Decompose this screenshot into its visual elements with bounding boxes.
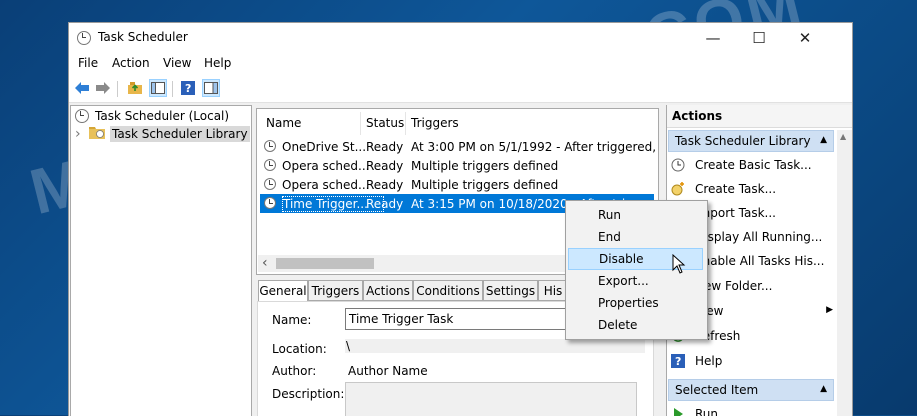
help-icon[interactable]: ? xyxy=(179,79,197,97)
task-status: Ready xyxy=(366,196,404,211)
task-row[interactable]: Opera sched... Ready Multiple triggers d… xyxy=(260,156,654,175)
scroll-left-icon[interactable]: ‹ xyxy=(262,255,268,271)
context-delete[interactable]: Delete xyxy=(568,314,703,336)
create-task-icon xyxy=(671,182,685,196)
author-label: Author: xyxy=(272,364,317,378)
task-row[interactable]: Opera sched... Ready Multiple triggers d… xyxy=(260,175,654,194)
section-title: Task Scheduler Library xyxy=(675,134,811,148)
collapse-icon[interactable]: ▲ xyxy=(820,384,827,394)
task-context-menu: Run End Disable Export... Properties Del… xyxy=(565,200,708,340)
collapse-icon[interactable]: ▲ xyxy=(820,135,827,145)
title-bar[interactable]: Task Scheduler — ☐ ✕ xyxy=(69,23,852,53)
menu-action[interactable]: Action xyxy=(112,56,150,70)
action-label: Create Task... xyxy=(695,182,777,196)
scrollbar-thumb[interactable] xyxy=(276,258,374,269)
back-arrow-icon[interactable] xyxy=(73,79,91,97)
task-triggers: Multiple triggers defined xyxy=(411,177,559,192)
task-status: Ready xyxy=(366,139,404,154)
menu-file[interactable]: File xyxy=(78,56,98,70)
app-clock-icon xyxy=(77,31,91,45)
forward-arrow-icon[interactable] xyxy=(94,79,112,97)
tab-history[interactable]: His xyxy=(538,280,568,301)
menu-view[interactable]: View xyxy=(163,56,191,70)
scheduler-clock-icon xyxy=(75,109,89,123)
tab-settings[interactable]: Settings xyxy=(483,280,538,301)
section-title: Selected Item xyxy=(675,383,759,397)
actions-header: Actions xyxy=(667,105,852,128)
menu-bar: File Action View Help xyxy=(69,53,852,75)
task-row[interactable]: OneDrive St... Ready At 3:00 PM on 5/1/1… xyxy=(260,137,656,156)
task-clock-icon xyxy=(264,140,276,152)
library-folder-icon xyxy=(89,126,105,142)
minimize-button[interactable]: — xyxy=(690,23,736,53)
task-triggers: At 3:00 PM on 5/1/1992 - After triggered… xyxy=(411,139,656,154)
show-hide-console-tree-icon[interactable] xyxy=(149,79,167,97)
column-divider xyxy=(405,112,406,135)
tree-library[interactable]: › Task Scheduler Library xyxy=(75,125,250,143)
close-button[interactable]: ✕ xyxy=(782,23,828,53)
author-value: Author Name xyxy=(348,364,428,378)
tab-triggers[interactable]: Triggers xyxy=(308,280,363,301)
submenu-arrow-icon: ▶ xyxy=(826,305,833,315)
tab-general[interactable]: General xyxy=(258,280,308,302)
task-triggers: Multiple triggers defined xyxy=(411,158,559,173)
section-selected-item[interactable]: Selected Item ▲ xyxy=(668,379,834,401)
help-icon: ? xyxy=(671,354,685,368)
toolbar-separator xyxy=(117,81,118,97)
chevron-right-icon[interactable]: › xyxy=(75,126,89,142)
description-label: Description: xyxy=(272,387,345,401)
task-status: Ready xyxy=(366,177,404,192)
column-divider xyxy=(360,112,361,135)
action-run[interactable]: Run xyxy=(671,404,718,416)
svg-text:?: ? xyxy=(185,82,191,95)
action-create-task[interactable]: Create Task... xyxy=(671,179,776,199)
context-end[interactable]: End xyxy=(568,226,703,248)
task-status: Ready xyxy=(366,158,404,173)
column-header-name[interactable]: Name xyxy=(266,116,301,130)
toolbar: ? xyxy=(69,75,852,103)
tab-actions[interactable]: Actions xyxy=(363,280,413,301)
location-field xyxy=(345,339,645,353)
create-basic-task-icon xyxy=(671,158,685,172)
scroll-up-icon[interactable]: ▲ xyxy=(840,132,846,141)
tab-conditions[interactable]: Conditions xyxy=(413,280,483,301)
window-title: Task Scheduler xyxy=(98,30,188,44)
console-tree-pane: Task Scheduler (Local) › Task Scheduler … xyxy=(70,105,252,416)
actions-scrollbar[interactable]: ▲ xyxy=(837,130,852,416)
tree-library-label: Task Scheduler Library xyxy=(110,126,250,142)
toolbar-separator xyxy=(172,81,173,97)
action-label: Create Basic Task... xyxy=(695,158,812,172)
svg-text:?: ? xyxy=(675,355,681,368)
task-name-value: Time Trigger Task xyxy=(349,312,454,326)
action-label: Help xyxy=(695,354,723,368)
actions-title: Actions xyxy=(672,109,723,123)
tree-root[interactable]: Task Scheduler (Local) xyxy=(75,107,229,125)
menu-help[interactable]: Help xyxy=(204,56,231,70)
maximize-button[interactable]: ☐ xyxy=(736,23,782,53)
action-label: Enable All Tasks His... xyxy=(695,254,825,268)
task-clock-icon xyxy=(264,178,276,190)
location-value: \ xyxy=(346,339,351,353)
task-scheduler-window: Task Scheduler — ☐ ✕ File Action View He… xyxy=(68,22,853,416)
task-clock-icon xyxy=(264,159,276,171)
show-hide-action-pane-icon[interactable] xyxy=(202,79,220,97)
task-clock-icon xyxy=(264,197,276,209)
context-properties[interactable]: Properties xyxy=(568,292,703,314)
folder-up-icon[interactable] xyxy=(126,79,144,97)
action-help[interactable]: ? Help xyxy=(671,351,722,371)
section-task-scheduler-library[interactable]: Task Scheduler Library ▲ xyxy=(668,130,834,152)
context-run[interactable]: Run xyxy=(568,204,703,226)
name-label: Name: xyxy=(272,313,312,327)
action-create-basic-task[interactable]: Create Basic Task... xyxy=(671,155,812,175)
mouse-pointer-icon xyxy=(672,253,686,277)
description-field[interactable] xyxy=(345,382,637,416)
action-label: Display All Running... xyxy=(695,230,823,244)
location-label: Location: xyxy=(272,342,327,356)
column-header-triggers[interactable]: Triggers xyxy=(411,116,459,130)
column-header-status[interactable]: Status xyxy=(366,116,404,130)
tree-root-label: Task Scheduler (Local) xyxy=(95,109,230,123)
